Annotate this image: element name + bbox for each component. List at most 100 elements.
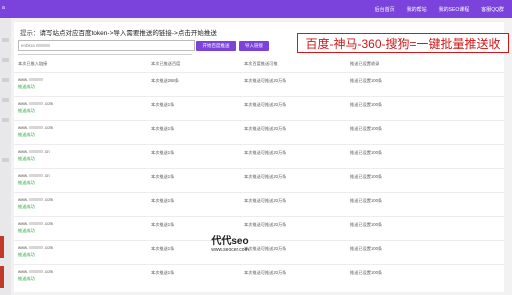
row-url[interactable]: www. .com (18, 101, 53, 106)
sidebar-item[interactable] (2, 158, 9, 162)
row-status: 推送成功 (18, 156, 35, 161)
nav-my-sites[interactable]: 我的帮站 (407, 6, 427, 13)
top-bar: a 后台首页 我的帮站 我的SEO课程 客服QQ群 (0, 0, 512, 18)
url-prefix: www. (18, 245, 29, 250)
row-status: 推送成功 (18, 180, 35, 185)
sidebar-item[interactable] (2, 38, 9, 42)
table-row: www. .com 推送成功 本次推送1条 本次推送可推送20万条 推送已设置100条 (14, 96, 504, 121)
row-url[interactable]: www. .com (18, 245, 53, 250)
sidebar-marker (0, 266, 4, 288)
row-baidu-count: 本次推送1条 (151, 126, 175, 131)
row-url[interactable]: www. .com (18, 125, 53, 130)
col-header-quota: 本次百度推送可推 (244, 61, 278, 66)
row-quota: 本次推送可推送20万条 (244, 126, 287, 131)
col-header-links: 本次已推入链接 (18, 61, 48, 66)
row-url[interactable]: www. (18, 77, 44, 82)
row-quota: 本次推送可推送20万条 (244, 78, 287, 83)
table-row: www. .com 推送成功 本次推送1条 本次推送可推送20万条 推送已设置100条 (14, 264, 504, 289)
row-url[interactable]: www. .com (18, 221, 53, 226)
url-prefix: www. (18, 77, 29, 82)
row-baidu-count: 本次推送1条 (151, 246, 175, 251)
brand-logo: a (2, 5, 5, 11)
watermark-url: www.seocer.com (211, 247, 249, 253)
nav-home[interactable]: 后台首页 (375, 6, 395, 13)
row-baidu-count: 本次推送1条 (151, 222, 175, 227)
url-prefix: www. (18, 173, 29, 178)
row-status: 推送成功 (18, 108, 35, 113)
url-prefix: www. (18, 101, 29, 106)
row-status: 推送成功 (18, 84, 35, 89)
blurred-text (29, 270, 44, 274)
blurred-text (29, 78, 44, 82)
watermark-title: 代代seo (211, 236, 249, 247)
import-links-button[interactable]: 导入链接 (239, 41, 269, 51)
row-baidu-count: 本次推送1条 (151, 174, 175, 179)
top-nav: 后台首页 我的帮站 我的SEO课程 客服QQ群 (375, 0, 504, 18)
hint-text: 提示：请写站点对应百度token->导入需要推送的链接->点击开始推送 (20, 27, 217, 37)
row-url[interactable]: www. .com (18, 269, 53, 274)
start-push-button[interactable]: 开始百度推送 (196, 41, 236, 51)
promo-banner: 百度-神马-360-搜狗=一键批量推送收 (297, 33, 509, 53)
row-index: 推送已设置100条 (350, 150, 383, 155)
row-quota: 本次推送可推送20万条 (244, 198, 287, 203)
url-suffix: .com (44, 125, 54, 130)
url-suffix: .com (44, 245, 54, 250)
url-suffix: .com (44, 221, 54, 226)
sidebar-item[interactable] (2, 118, 9, 122)
row-baidu-count: 本次推送1条 (151, 198, 175, 203)
blurred-text (29, 126, 44, 130)
row-url[interactable]: www. .cn (18, 173, 50, 178)
url-suffix: .cn (44, 149, 50, 154)
row-baidu-count: 本次推送288条 (151, 78, 179, 83)
nav-qq-group[interactable]: 客服QQ群 (481, 6, 504, 13)
row-index: 推送已设置100条 (350, 174, 383, 179)
row-status: 推送成功 (18, 276, 35, 281)
table-header: 本次已推入链接 本次已推送百度 本次百度推送可推 推送已设置收录 (0, 61, 512, 71)
url-suffix: .com (44, 269, 54, 274)
row-index: 推送已设置100条 (350, 126, 383, 131)
row-baidu-count: 本次推送1条 (151, 270, 175, 275)
row-quota: 本次推送可推送20万条 (244, 222, 287, 227)
table-row: www. .cn 推送成功 本次推送1条 本次推送可推送20万条 推送已设置100条 (14, 144, 504, 169)
table-row: www. 推送成功 本次推送288条 本次推送可推送20万条 推送已设置100条 (14, 72, 504, 97)
row-url[interactable]: www. .cn (18, 149, 50, 154)
blurred-text (29, 102, 44, 106)
blurred-text (29, 246, 44, 250)
row-status: 推送成功 (18, 132, 35, 137)
url-prefix: www. (18, 197, 29, 202)
row-quota: 本次推送可推送20万条 (244, 150, 287, 155)
url-prefix: www. (18, 221, 29, 226)
blurred-text (35, 44, 50, 48)
hint-prefix: 提示： (20, 30, 40, 37)
row-index: 推送已设置100条 (350, 78, 383, 83)
row-index: 推送已设置100条 (350, 222, 383, 227)
link-textarea[interactable] (18, 54, 192, 55)
row-status: 推送成功 (18, 204, 35, 209)
row-status: 推送成功 (18, 252, 35, 257)
row-quota: 本次推送可推送20万条 (244, 270, 287, 275)
col-header-index: 推送已设置收录 (350, 61, 380, 66)
col-header-baidu: 本次已推送百度 (151, 61, 181, 66)
row-baidu-count: 本次推送1条 (151, 102, 175, 107)
row-index: 推送已设置100条 (350, 198, 383, 203)
nav-seo-course[interactable]: 我的SEO课程 (439, 6, 470, 13)
sidebar-item[interactable] (2, 98, 9, 102)
token-input[interactable]: enbkra (18, 40, 195, 51)
sidebar-marker (0, 236, 4, 258)
table-row: www. .com 推送成功 本次推送1条 本次推送可推送20万条 推送已设置100条 (14, 120, 504, 145)
url-prefix: www. (18, 149, 29, 154)
row-quota: 本次推送可推送20万条 (244, 102, 287, 107)
row-status: 推送成功 (18, 228, 35, 233)
sidebar-item[interactable] (2, 78, 9, 82)
row-url[interactable]: www. .com (18, 197, 53, 202)
blurred-text (29, 222, 44, 226)
url-suffix: .com (44, 197, 54, 202)
url-prefix: www. (18, 269, 29, 274)
table-row: www. .com 推送成功 本次推送1条 本次推送可推送20万条 推送已设置100条 (14, 192, 504, 217)
token-value: enbkra (21, 43, 35, 48)
blurred-text (29, 198, 44, 202)
blurred-text (29, 174, 44, 178)
row-index: 推送已设置100条 (350, 102, 383, 107)
row-index: 推送已设置100条 (350, 246, 383, 251)
url-prefix: www. (18, 125, 29, 130)
